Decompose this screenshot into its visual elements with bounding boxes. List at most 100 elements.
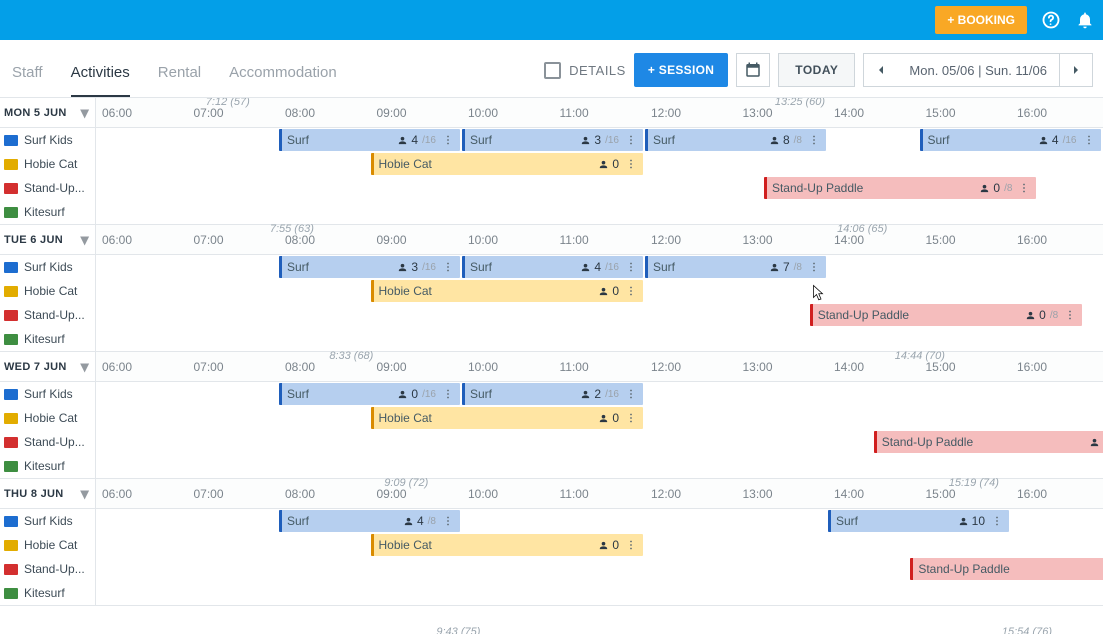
session-event[interactable]: Hobie Cat 0: [371, 280, 644, 302]
toolbar: Staff Activities Rental Accommodation DE…: [0, 40, 1103, 98]
notifications-icon[interactable]: [1075, 10, 1095, 30]
session-event[interactable]: Hobie Cat 0: [371, 534, 644, 556]
event-color-bar: [462, 383, 465, 405]
hour-label: 06:00: [102, 479, 132, 508]
today-button[interactable]: TODAY: [778, 53, 855, 87]
activity-row: Hobie Cat Hobie Cat 0: [0, 152, 1103, 176]
day-label[interactable]: WED 7 JUN▾: [0, 352, 96, 381]
activity-label: Stand-Up...: [0, 176, 96, 200]
activity-label: Hobie Cat: [0, 152, 96, 176]
event-menu-icon[interactable]: [625, 388, 637, 400]
activity-color-icon: [4, 135, 18, 146]
session-event[interactable]: Surf 2/16: [462, 383, 643, 405]
tide-marker: 15:54 (76): [1002, 626, 1052, 634]
event-title: Stand-Up Paddle: [818, 308, 1025, 322]
hour-label: 10:00: [468, 352, 498, 381]
session-event[interactable]: Stand-Up Paddle 0/8: [874, 431, 1103, 453]
tide-marker: 14:44 (70): [895, 350, 945, 362]
event-title: Surf: [287, 387, 397, 401]
event-menu-icon[interactable]: [991, 515, 1003, 527]
hour-label: 15:00: [926, 225, 956, 254]
session-event[interactable]: Surf 10: [828, 510, 1009, 532]
session-event[interactable]: Surf 8/8: [645, 129, 826, 151]
session-event[interactable]: Stand-Up Paddle: [910, 558, 1103, 580]
tab-activities[interactable]: Activities: [71, 64, 130, 97]
event-title: Stand-Up Paddle: [918, 562, 1103, 576]
session-event[interactable]: Surf 3/16: [462, 129, 643, 151]
event-menu-icon[interactable]: [1064, 309, 1076, 321]
activity-row: Stand-Up... Stand-Up Paddle: [0, 557, 1103, 581]
activity-track: Surf 3/16 Surf 4/16 Surf 7/8: [96, 255, 1103, 279]
event-menu-icon[interactable]: [442, 261, 454, 273]
details-toggle[interactable]: DETAILS: [544, 62, 626, 79]
participants-count: 0/8: [1089, 435, 1103, 449]
event-title: Surf: [928, 133, 1038, 147]
event-menu-icon[interactable]: [625, 134, 637, 146]
activity-color-icon: [4, 540, 18, 551]
tab-accommodation[interactable]: Accommodation: [229, 64, 337, 97]
session-event[interactable]: Hobie Cat 0: [371, 153, 644, 175]
hour-label: 16:00: [1017, 98, 1047, 127]
chevron-down-icon: ▾: [81, 484, 89, 504]
session-event[interactable]: Surf 0/16: [279, 383, 460, 405]
participants-count: 3/16: [397, 260, 436, 274]
day-label[interactable]: MON 5 JUN▾: [0, 98, 96, 127]
activity-track: Stand-Up Paddle 0/8: [96, 430, 1103, 454]
participants-count: 4/8: [403, 514, 436, 528]
next-week-button[interactable]: [1059, 53, 1093, 87]
event-color-bar: [920, 129, 923, 151]
day-header: WED 7 JUN▾ 06:0007:0008:0009:0010:0011:0…: [0, 352, 1103, 382]
event-menu-icon[interactable]: [625, 261, 637, 273]
event-menu-icon[interactable]: [625, 158, 637, 170]
event-menu-icon[interactable]: [625, 412, 637, 424]
participants-count: 0/8: [1025, 308, 1058, 322]
session-event[interactable]: Surf 4/16: [279, 129, 460, 151]
session-event[interactable]: Stand-Up Paddle 0/8: [810, 304, 1083, 326]
hour-label: 12:00: [651, 225, 681, 254]
hour-label: 08:00: [285, 352, 315, 381]
day-label[interactable]: THU 8 JUN▾: [0, 479, 96, 508]
help-icon[interactable]: [1041, 10, 1061, 30]
event-menu-icon[interactable]: [625, 539, 637, 551]
event-menu-icon[interactable]: [1018, 182, 1030, 194]
prev-week-button[interactable]: [863, 53, 897, 87]
hour-label: 11:00: [560, 225, 589, 254]
session-event[interactable]: Surf 3/16: [279, 256, 460, 278]
participants-count: 7/8: [769, 260, 802, 274]
session-event[interactable]: Surf 4/16: [462, 256, 643, 278]
day-header: MON 5 JUN▾ 06:0007:0008:0009:0010:0011:0…: [0, 98, 1103, 128]
event-menu-icon[interactable]: [808, 261, 820, 273]
session-event[interactable]: Stand-Up Paddle 0/8: [764, 177, 1037, 199]
hour-label: 10:00: [468, 225, 498, 254]
calendar-button[interactable]: [736, 53, 770, 87]
day-label[interactable]: TUE 6 JUN▾: [0, 225, 96, 254]
session-event[interactable]: Hobie Cat 0: [371, 407, 644, 429]
event-menu-icon[interactable]: [442, 388, 454, 400]
activity-track: [96, 327, 1103, 351]
session-event[interactable]: Surf 4/16: [920, 129, 1101, 151]
tab-rental[interactable]: Rental: [158, 64, 201, 97]
participants-count: 4/16: [580, 260, 619, 274]
hour-label: 10:00: [468, 479, 498, 508]
activity-track: Surf 4/8 Surf 10: [96, 509, 1103, 533]
app-header: + BOOKING: [0, 0, 1103, 40]
event-menu-icon[interactable]: [442, 515, 454, 527]
event-menu-icon[interactable]: [625, 285, 637, 297]
session-event[interactable]: Surf 4/8: [279, 510, 460, 532]
activity-label: Kitesurf: [0, 454, 96, 478]
event-menu-icon[interactable]: [442, 134, 454, 146]
event-menu-icon[interactable]: [808, 134, 820, 146]
activity-track: Surf 4/16 Surf 3/16 Surf 8/8 Surf 4/16: [96, 128, 1103, 152]
activity-color-icon: [4, 310, 18, 321]
schedule-grid: MON 5 JUN▾ 06:0007:0008:0009:0010:0011:0…: [0, 98, 1103, 634]
session-event[interactable]: Surf 7/8: [645, 256, 826, 278]
event-menu-icon[interactable]: [1083, 134, 1095, 146]
activity-color-icon: [4, 262, 18, 273]
event-color-bar: [279, 129, 282, 151]
tab-staff[interactable]: Staff: [12, 64, 43, 97]
event-title: Stand-Up Paddle: [772, 181, 979, 195]
hour-label: 14:00: [834, 98, 864, 127]
new-session-button[interactable]: + SESSION: [634, 53, 728, 87]
event-title: Surf: [653, 260, 769, 274]
new-booking-button[interactable]: + BOOKING: [935, 6, 1027, 34]
